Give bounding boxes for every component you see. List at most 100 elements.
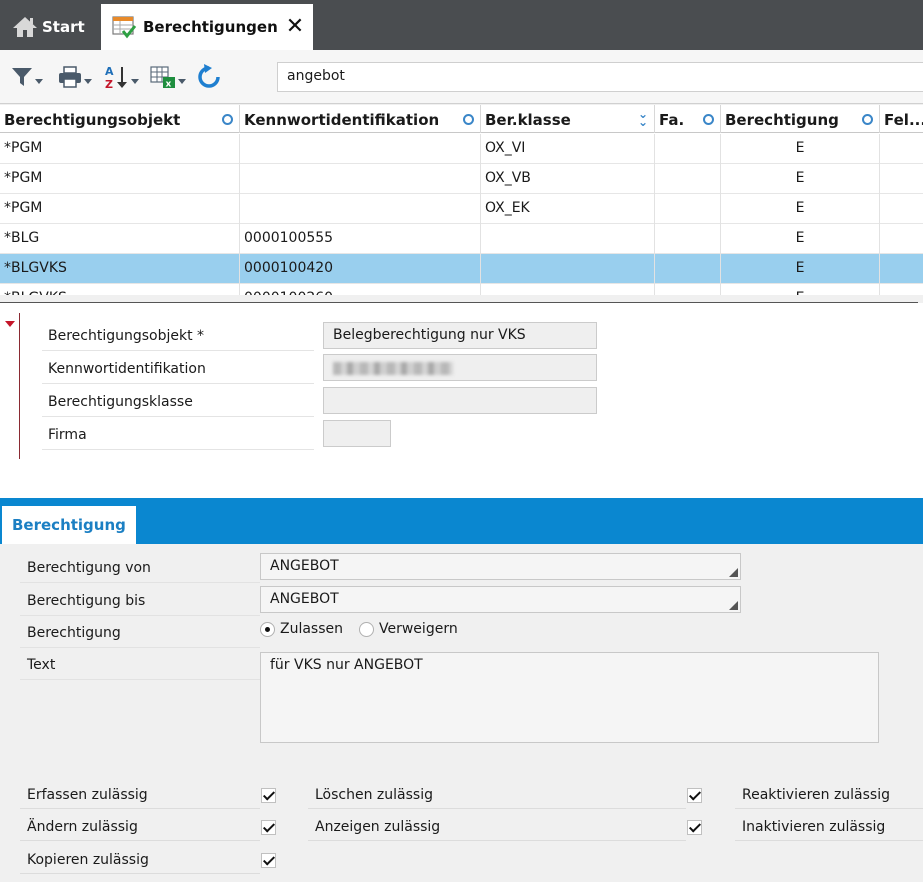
svg-text:A: A <box>105 65 114 78</box>
column-header-label: Fel... <box>884 111 923 129</box>
toolbar: A Z x angebot <box>0 50 923 104</box>
filter-button[interactable] <box>10 62 43 92</box>
svg-text:Z: Z <box>105 78 113 90</box>
collapse-triangle-icon[interactable] <box>5 321 15 327</box>
cell-klasse: OX_EK <box>481 194 655 224</box>
radio-zulassen-label: Zulassen <box>280 621 344 637</box>
cell-klasse <box>481 254 655 284</box>
aendern-checkbox[interactable] <box>261 820 276 835</box>
text-area[interactable]: für VKS nur ANGEBOT <box>260 652 879 743</box>
sort-button[interactable]: A Z <box>104 62 139 92</box>
table-row[interactable]: *PGM OX_EK E <box>0 194 923 224</box>
erfassen-checkbox[interactable] <box>261 788 276 803</box>
objekt-field[interactable]: Belegberechtigung nur VKS <box>323 322 597 349</box>
cell-klasse: OX_VB <box>481 164 655 194</box>
sort-circle-icon[interactable] <box>862 114 873 125</box>
cell-kennwort: 0000100555 <box>240 224 481 254</box>
loeschen-checkbox[interactable] <box>687 788 702 803</box>
search-input[interactable]: angebot <box>277 62 923 92</box>
bis-label: Berechtigung bis <box>20 586 260 616</box>
text-label: Text <box>20 650 260 680</box>
print-dropdown-icon <box>84 78 92 84</box>
table-row[interactable]: *PGM OX_VB E <box>0 164 923 194</box>
art-label: Berechtigung <box>20 618 260 648</box>
von-value: ANGEBOT <box>270 558 339 574</box>
column-header-berechtigungsobjekt[interactable]: Berechtigungsobjekt <box>0 105 240 133</box>
cell-firma <box>655 194 721 224</box>
filter-icon <box>12 68 32 86</box>
radio-verweigern[interactable]: Verweigern <box>359 621 458 637</box>
table-row-selected[interactable]: *BLGVKS 0000100420 E <box>0 254 923 284</box>
cell-firma <box>655 134 721 164</box>
cell-berechtigung: E <box>721 284 880 295</box>
column-header-label: Kennwortidentifikation <box>244 111 440 129</box>
refresh-button[interactable] <box>196 62 222 92</box>
cell-firma <box>655 284 721 295</box>
tab-start[interactable]: Start <box>0 4 100 50</box>
cell-klasse <box>481 224 655 254</box>
sort-circle-icon[interactable] <box>703 114 714 125</box>
kennwort-field[interactable] <box>323 354 597 381</box>
berechtigung-panel: Berechtigung von ANGEBOT Berechtigung bi… <box>0 544 923 882</box>
inaktivieren-label: Inaktivieren zulässig <box>735 815 923 841</box>
printer-icon <box>59 66 81 88</box>
kopieren-checkbox[interactable] <box>261 853 276 868</box>
radio-selected-icon[interactable] <box>260 621 275 637</box>
redacted-value <box>333 362 453 375</box>
permissions-table-icon <box>112 16 137 39</box>
column-header-berechtigung[interactable]: Berechtigung <box>721 105 880 133</box>
sort-descending-icon[interactable]: ⌄ ⌄ <box>638 108 648 128</box>
print-button[interactable] <box>57 62 92 92</box>
column-header-berklasse[interactable]: Ber.klasse ⌄ ⌄ <box>481 105 655 133</box>
von-field[interactable]: ANGEBOT <box>260 553 741 580</box>
export-dropdown-icon <box>178 78 186 84</box>
cell-firma <box>655 224 721 254</box>
home-icon <box>13 17 37 37</box>
table-row[interactable]: *PGM OX_VI E <box>0 134 923 164</box>
radio-zulassen[interactable]: Zulassen <box>260 621 343 637</box>
column-header-firma[interactable]: Fa. <box>655 105 721 133</box>
tab-berechtigung[interactable]: Berechtigung <box>2 506 136 544</box>
column-header-label: Berechtigung <box>725 111 839 129</box>
cell-objekt: *PGM <box>0 134 240 164</box>
section-tab-bar: Berechtigung <box>0 498 923 544</box>
cell-klasse: OX_VI <box>481 134 655 164</box>
cell-kennwort: 0000100260 <box>240 284 481 295</box>
klasse-field[interactable] <box>323 387 597 414</box>
cell-firma <box>655 254 721 284</box>
bis-field[interactable]: ANGEBOT <box>260 586 741 613</box>
tab-berechtigungen[interactable]: Berechtigungen ✕ <box>101 4 313 50</box>
radio-unselected-icon[interactable] <box>359 621 374 637</box>
cell-berechtigung: E <box>721 224 880 254</box>
resize-grip-icon[interactable] <box>729 568 738 577</box>
cell-kennwort <box>240 194 481 224</box>
cell-objekt: *BLG <box>0 224 240 254</box>
erfassen-label: Erfassen zulässig <box>20 783 260 809</box>
export-button[interactable]: x <box>149 62 186 92</box>
permissions-grid: Berechtigungsobjekt Kennwortidentifikati… <box>0 105 923 295</box>
close-tab-icon[interactable]: ✕ <box>286 16 304 38</box>
cell-berechtigung: E <box>721 164 880 194</box>
cell-klasse <box>481 284 655 295</box>
cell-berechtigung: E <box>721 254 880 284</box>
column-header-kennwortidentifikation[interactable]: Kennwortidentifikation <box>240 105 481 133</box>
objekt-label: Berechtigungsobjekt * <box>42 321 314 351</box>
von-label: Berechtigung von <box>20 553 260 583</box>
table-row[interactable]: *BLG 0000100555 E <box>0 224 923 254</box>
anzeigen-checkbox[interactable] <box>687 820 702 835</box>
tab-bar: Start Berechtigungen ✕ <box>0 0 923 50</box>
excel-export-icon: x <box>150 66 175 90</box>
table-row[interactable]: *BLGVKS 0000100260 E <box>0 284 923 295</box>
kopieren-label: Kopieren zulässig <box>20 848 260 874</box>
tab-start-label: Start <box>42 18 85 36</box>
radio-verweigern-label: Verweigern <box>379 621 458 637</box>
firma-label: Firma <box>42 420 314 450</box>
firma-field[interactable] <box>323 420 391 447</box>
sort-circle-icon[interactable] <box>463 114 474 125</box>
resize-grip-icon[interactable] <box>729 601 738 610</box>
column-header-label: Ber.klasse <box>485 111 571 129</box>
sort-circle-icon[interactable] <box>222 114 233 125</box>
cell-berechtigung: E <box>721 194 880 224</box>
filter-dropdown-icon <box>35 78 43 84</box>
column-header-feld[interactable]: Fel... <box>880 105 923 133</box>
